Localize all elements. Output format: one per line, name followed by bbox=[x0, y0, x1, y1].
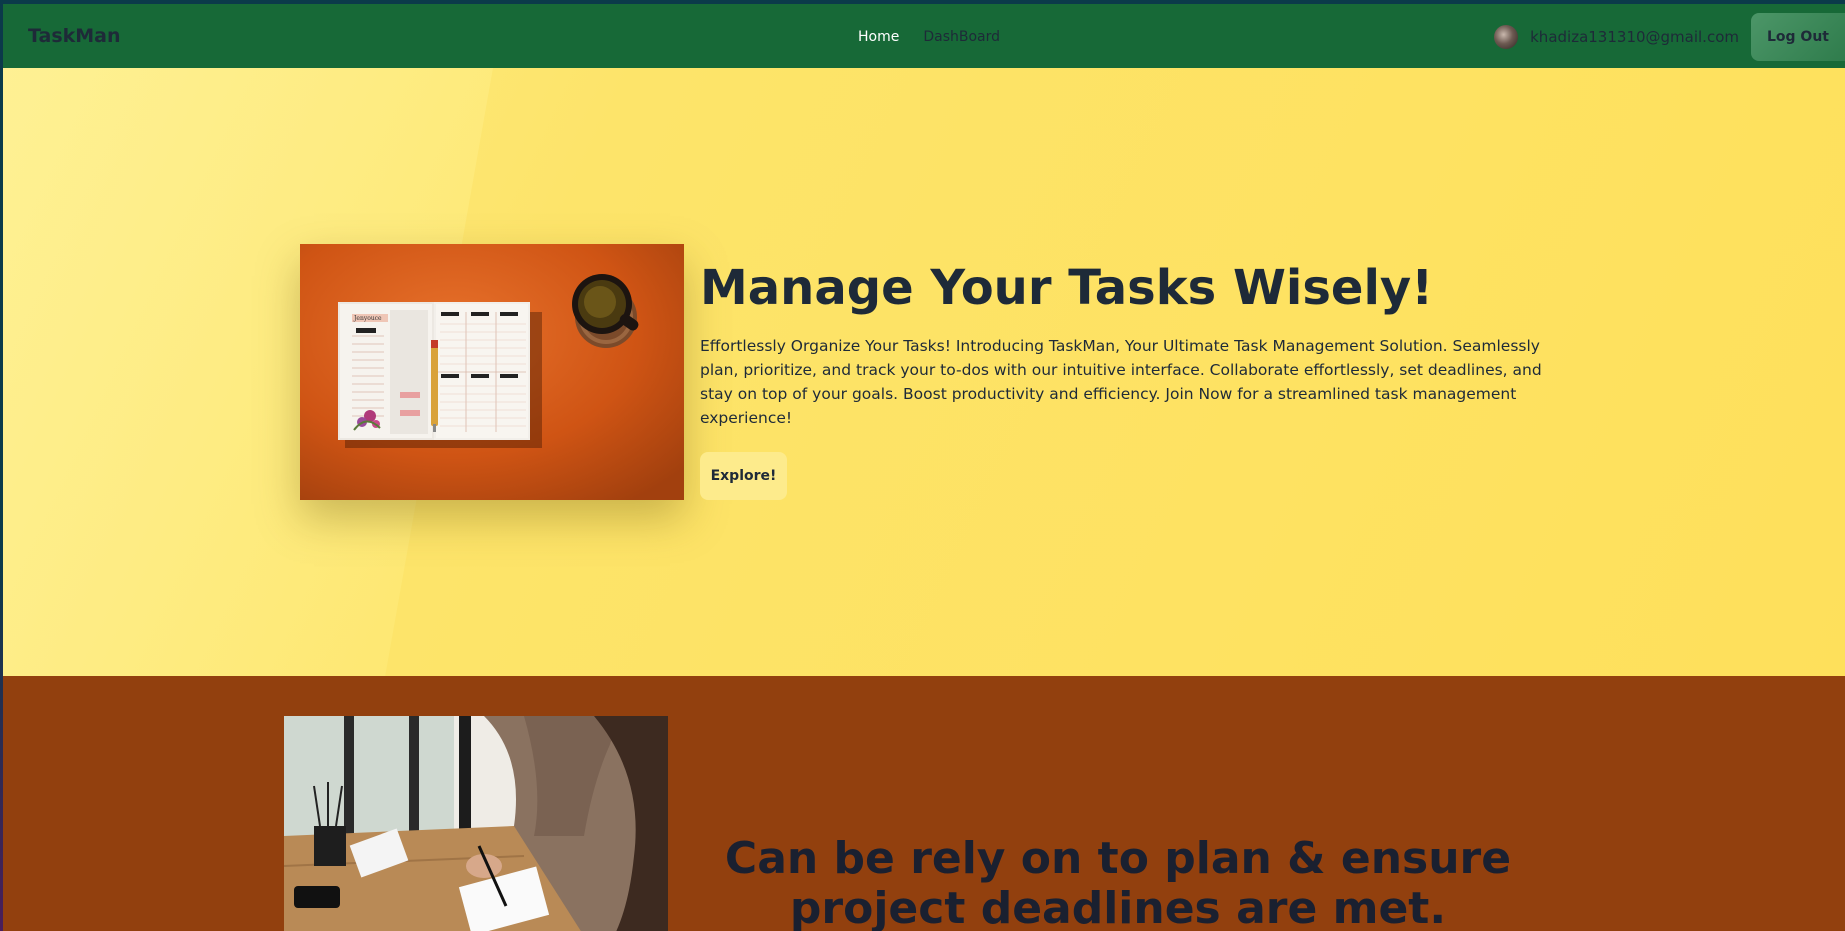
user-email: khadiza131310@gmail.com bbox=[1530, 28, 1739, 46]
page: TaskMan Home DashBoard khadiza131310@gma… bbox=[3, 4, 1845, 931]
navbar: TaskMan Home DashBoard khadiza131310@gma… bbox=[3, 4, 1845, 68]
explore-button[interactable]: Explore! bbox=[700, 452, 787, 500]
hero-title: Manage Your Tasks Wisely! bbox=[700, 260, 1434, 316]
brand-logo[interactable]: TaskMan bbox=[28, 25, 121, 47]
hero-description: Effortlessly Organize Your Tasks! Introd… bbox=[700, 337, 1542, 427]
nav-links: Home DashBoard bbox=[858, 29, 1000, 45]
planner-header-text: Jenyouce bbox=[353, 315, 382, 322]
hero-section: Jenyouce Manage Your Tasks Wisely! Effor… bbox=[3, 68, 1845, 676]
user-menu: khadiza131310@gmail.com Log Out bbox=[1494, 13, 1845, 61]
features-section: Can be rely on to plan & ensure project … bbox=[3, 676, 1845, 931]
section-title: Can be rely on to plan & ensure project … bbox=[724, 833, 1512, 931]
avatar[interactable] bbox=[1494, 25, 1519, 49]
logout-button[interactable]: Log Out bbox=[1751, 13, 1845, 61]
hero-planner-image: Jenyouce bbox=[300, 244, 684, 500]
woman-writing-image bbox=[284, 716, 668, 931]
nav-link-home[interactable]: Home bbox=[858, 29, 899, 45]
hero-content: Manage Your Tasks Wisely! Effortlessly O… bbox=[700, 258, 1560, 500]
nav-link-dashboard[interactable]: DashBoard bbox=[923, 29, 1000, 45]
